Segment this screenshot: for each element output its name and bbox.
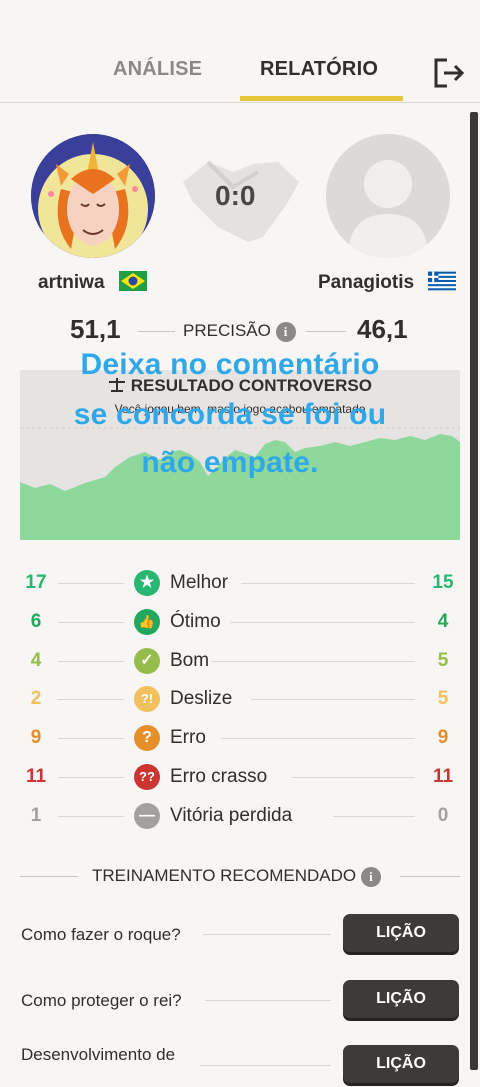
move-stat-label: Bom — [170, 649, 210, 671]
overlay-caption-line-3: não empate. — [141, 446, 319, 479]
white-count: 2 — [30, 688, 42, 710]
lesson-row: Desenvolvimento de LIÇÃO — [0, 1045, 480, 1087]
black-count: 9 — [437, 727, 449, 749]
black-count: 11 — [432, 766, 454, 787]
active-tab-indicator — [240, 96, 403, 101]
divider — [200, 1065, 331, 1066]
divider — [58, 699, 124, 701]
white-count: 6 — [30, 610, 42, 632]
move-stat-label: Ótimo — [170, 610, 221, 632]
default-user-icon — [326, 134, 450, 258]
avatar-black-player[interactable] — [326, 134, 450, 258]
question-icon: ? — [134, 725, 160, 752]
black-count: 5 — [437, 649, 449, 671]
inaccuracy-icon: ?! — [134, 686, 160, 713]
divider — [220, 738, 415, 740]
lesson-text: Como fazer o roque? — [21, 925, 181, 944]
black-accuracy: 46,1 — [357, 314, 408, 344]
lesson-text: Desenvolvimento de — [21, 1045, 176, 1064]
info-icon[interactable]: i — [360, 867, 381, 887]
double-question-icon: ?? — [134, 764, 160, 790]
info-icon[interactable]: i — [275, 322, 296, 342]
white-count: 11 — [25, 766, 47, 787]
move-stat-label: Melhor — [170, 572, 229, 593]
star-icon: ★ — [134, 570, 160, 596]
black-count: 4 — [437, 610, 449, 632]
lesson-row: Como proteger o rei? LIÇÃO — [0, 980, 480, 1022]
divider — [58, 583, 124, 584]
lesson-row: Como fazer o roque? LIÇÃO — [0, 914, 480, 956]
divider — [400, 876, 460, 877]
accuracy-label: PRECISÃO i — [183, 321, 296, 342]
divider — [203, 934, 331, 935]
move-stat-row[interactable]: 4 ✓ Bom 5 — [0, 643, 480, 679]
divider — [58, 777, 124, 778]
greece-flag-icon — [428, 271, 456, 291]
score: 0:0 — [215, 180, 256, 211]
training-title: TREINAMENTO RECOMENDADO i — [92, 866, 381, 887]
white-count: 17 — [25, 572, 47, 593]
black-count: 15 — [432, 572, 454, 593]
lesson-button[interactable]: LIÇÃO — [343, 1045, 459, 1083]
move-stat-row[interactable]: 17 ★ Melhor 15 — [0, 565, 480, 601]
brazil-flag-icon — [119, 271, 147, 291]
divider — [306, 331, 346, 332]
white-accuracy: 51,1 — [70, 314, 121, 344]
move-stat-row[interactable]: 1 — Vitória perdida 0 — [0, 798, 480, 834]
tab-analise[interactable]: ANÁLISE — [113, 58, 202, 81]
divider — [58, 621, 124, 623]
divider — [58, 815, 124, 817]
move-stat-label: Deslize — [170, 688, 233, 710]
move-stat-row[interactable]: 11?? Erro crasso 11 — [0, 759, 480, 795]
white-player-name[interactable]: artniwa — [38, 272, 105, 294]
divider — [205, 1000, 331, 1001]
overlay-caption-line-1: Deixa no comentário — [80, 348, 380, 381]
check-icon: ✓ — [134, 647, 160, 674]
thumbs-up-icon: 👍 — [134, 608, 160, 635]
divider — [231, 621, 415, 623]
black-count: 5 — [437, 688, 449, 710]
divider — [210, 660, 415, 662]
exit-icon[interactable] — [432, 56, 466, 90]
divider — [251, 699, 415, 701]
white-count: 1 — [30, 804, 42, 826]
lesson-button[interactable]: LIÇÃO — [343, 980, 459, 1018]
avatar-white-player[interactable] — [31, 134, 155, 258]
divider — [58, 660, 124, 662]
overlay-caption-line-2: se concorda se foi ou — [73, 398, 387, 431]
divider — [292, 777, 415, 778]
divider — [241, 583, 415, 584]
divider — [58, 738, 124, 740]
move-stat-label: Erro crasso — [170, 766, 268, 787]
move-stat-row[interactable]: 6 👍 Ótimo 4 — [0, 604, 480, 640]
lesson-text: Como proteger o rei? — [21, 991, 182, 1010]
black-count: 0 — [437, 804, 449, 826]
divider — [333, 815, 415, 817]
divider — [138, 331, 175, 332]
white-count: 9 — [30, 727, 42, 749]
minus-icon: — — [134, 802, 160, 829]
lesson-button[interactable]: LIÇÃO — [343, 914, 459, 952]
top-tab-bar: ANÁLISE RELATÓRIO — [0, 0, 480, 103]
tab-relatorio[interactable]: RELATÓRIO — [260, 58, 378, 81]
divider — [20, 876, 78, 877]
move-stat-label: Vitória perdida — [170, 804, 293, 826]
move-stat-label: Erro — [170, 727, 206, 749]
move-stat-row[interactable]: 2?! Deslize 5 — [0, 681, 480, 717]
move-stat-row[interactable]: 9? Erro 9 — [0, 720, 480, 756]
white-count: 4 — [30, 649, 42, 671]
black-player-name[interactable]: Panagiotis — [318, 272, 414, 294]
unicorn-avatar-icon — [31, 134, 155, 258]
